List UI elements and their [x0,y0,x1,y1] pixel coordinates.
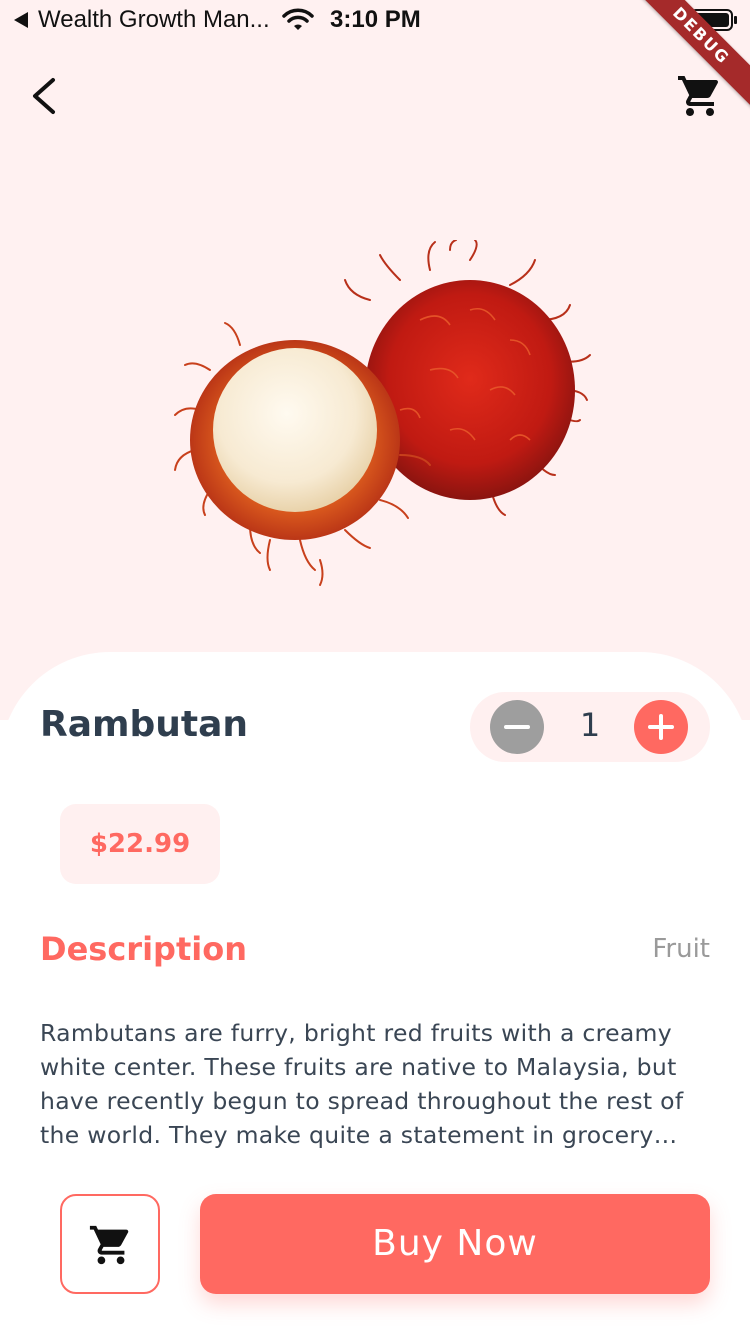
product-image [174,240,591,586]
quantity-value: 1 [579,706,601,744]
chevron-left-icon [33,78,55,114]
price-badge: $22.99 [60,804,220,884]
shopping-cart-icon [678,76,719,116]
minus-icon [504,725,530,729]
add-to-cart-button[interactable] [60,1194,160,1294]
wifi-icon [282,8,314,30]
shopping-cart-icon [89,1225,129,1265]
cart-button[interactable] [676,72,724,120]
category-label: Fruit [652,934,710,964]
status-app-name[interactable]: Wealth Growth Man... [38,6,270,34]
product-name: Rambutan [40,704,249,745]
description-text: Rambutans are furry, bright red fruits w… [40,1019,684,1149]
quantity-stepper: 1 [470,692,710,762]
status-time: 3:10 PM [330,6,421,33]
increase-quantity-button[interactable] [634,700,688,754]
back-to-app-icon[interactable] [12,10,30,30]
buy-now-button[interactable]: Buy Now [200,1194,710,1294]
status-bar: Wealth Growth Man... 3:10 PM [0,0,750,40]
decrease-quantity-button[interactable] [490,700,544,754]
description-heading: Description [40,930,247,968]
back-button[interactable] [26,72,66,120]
